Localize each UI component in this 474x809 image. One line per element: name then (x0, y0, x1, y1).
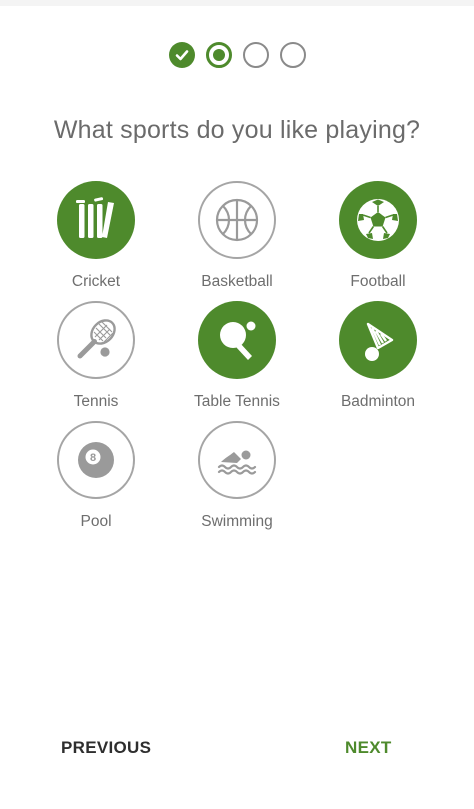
swimming-icon (217, 450, 257, 475)
status-strip (0, 0, 474, 6)
step-4-upcoming (279, 42, 306, 68)
sport-tile-table-tennis[interactable]: Table Tennis (167, 301, 307, 421)
sport-label: Football (350, 273, 406, 290)
basketball-icon (215, 198, 259, 242)
sport-circle (57, 301, 135, 379)
badminton-icon (365, 322, 394, 361)
table-tennis-icon (220, 321, 256, 360)
sport-tile-football[interactable]: Football (308, 181, 448, 301)
page-question: What sports do you like playing? (53, 116, 421, 144)
tennis-icon (77, 319, 116, 359)
step-2-current (205, 42, 232, 68)
pool-ball-icon: 8 (78, 442, 114, 478)
sport-circle (198, 421, 276, 499)
football-icon (357, 199, 399, 241)
sport-circle (198, 181, 276, 259)
sport-circle (57, 181, 135, 259)
sport-tile-pool[interactable]: 8 Pool (26, 421, 166, 541)
svg-text:8: 8 (90, 452, 96, 464)
sport-label: Badminton (340, 393, 416, 410)
sport-label: Tennis (73, 393, 119, 410)
sports-grid: Cricket Basketball Football Tennis Table… (26, 181, 448, 541)
cricket-icon (76, 197, 114, 238)
sport-tile-cricket[interactable]: Cricket (26, 181, 166, 301)
previous-button[interactable]: PREVIOUS (61, 738, 151, 758)
sport-label: Swimming (201, 513, 273, 530)
step-3-upcoming (242, 42, 269, 68)
sport-circle (198, 301, 276, 379)
sport-tile-tennis[interactable]: Tennis (26, 301, 166, 421)
wizard-footer: PREVIOUS NEXT (0, 738, 474, 764)
sport-label: Cricket (71, 273, 121, 290)
check-icon (175, 50, 188, 61)
sport-tile-badminton[interactable]: Badminton (308, 301, 448, 421)
sport-circle (339, 181, 417, 259)
sport-tile-swimming[interactable]: Swimming (167, 421, 307, 541)
progress-stepper (0, 42, 474, 68)
sport-label: Table Tennis (194, 393, 280, 410)
sport-label: Basketball (201, 273, 273, 290)
next-button[interactable]: NEXT (345, 738, 392, 758)
step-1-completed (168, 42, 195, 68)
sport-circle: 8 (57, 421, 135, 499)
sport-tile-basketball[interactable]: Basketball (167, 181, 307, 301)
sport-label: Pool (80, 513, 112, 530)
sport-circle (339, 301, 417, 379)
